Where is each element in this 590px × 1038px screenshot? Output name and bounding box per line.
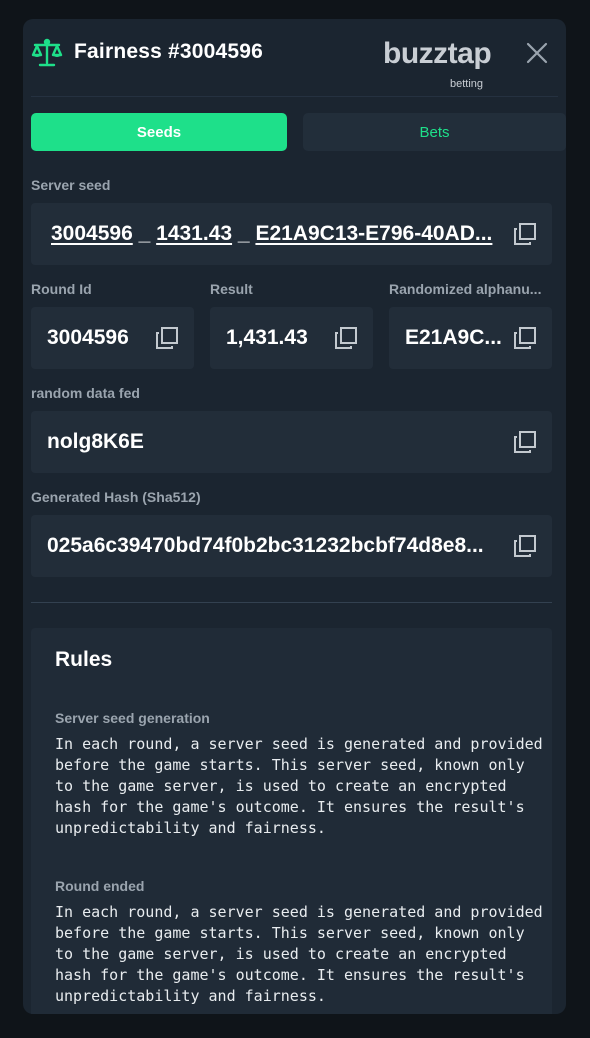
rules-text-server-seed: In each round, a server seed is generate… [55, 735, 552, 837]
copy-icon[interactable] [513, 534, 537, 558]
modal-header: Fairness #3004596 buzztap betting [23, 19, 566, 97]
generated-hash-field: 025a6c39470bd74f0b2bc31232bcbf74d8e8... [31, 515, 552, 577]
copy-icon[interactable] [513, 222, 537, 246]
section-divider [31, 602, 552, 603]
server-seed-separator: _ [138, 222, 151, 245]
logo-wordmark: buzztap [383, 37, 492, 70]
server-seed-field: 3004596 _ 1431.43 _ E21A9C13-E796-40AD..… [31, 203, 552, 265]
rules-panel[interactable]: Rules Server seed generation In each rou… [31, 628, 552, 1014]
header-divider [31, 96, 558, 97]
generated-hash-value: 025a6c39470bd74f0b2bc31232bcbf74d8e8... [47, 534, 484, 557]
rules-heading-round-ended: Round ended [55, 878, 145, 894]
copy-icon[interactable] [513, 430, 537, 454]
server-seed-result[interactable]: 1431.43 [156, 222, 232, 245]
close-icon[interactable] [525, 41, 549, 65]
rules-heading-server-seed: Server seed generation [55, 710, 210, 726]
tab-bets[interactable]: Bets [303, 113, 566, 151]
fairness-modal: Fairness #3004596 buzztap betting Seeds … [23, 19, 566, 1014]
round-id-field: 3004596 [31, 307, 194, 369]
random-data-value: nolg8K6E [47, 430, 144, 453]
randomized-label: Randomized alphanu... [389, 281, 542, 297]
randomized-value: E21A9C... [405, 326, 502, 349]
round-id-value: 3004596 [47, 326, 129, 349]
copy-icon[interactable] [334, 326, 358, 350]
generated-hash-label: Generated Hash (Sha512) [31, 489, 201, 505]
rules-title: Rules [55, 648, 113, 671]
rules-text-round-ended: In each round, a server seed is generate… [55, 903, 552, 1005]
logo-subtext: betting [449, 78, 483, 90]
randomized-field: E21A9C... [389, 307, 552, 369]
modal-title: Fairness #3004596 [74, 40, 264, 63]
result-label: Result [210, 281, 253, 297]
server-seed-uuid[interactable]: E21A9C13-E796-40AD... [255, 222, 492, 245]
copy-icon[interactable] [513, 326, 537, 350]
server-seed-separator: _ [237, 222, 250, 245]
tab-seeds[interactable]: Seeds [31, 113, 287, 151]
random-data-field: nolg8K6E [31, 411, 552, 473]
round-id-label: Round Id [31, 281, 92, 297]
random-data-label: random data fed [31, 385, 140, 401]
scale-icon [31, 38, 63, 67]
copy-icon[interactable] [155, 326, 179, 350]
server-seed-label: Server seed [31, 177, 111, 193]
result-field: 1,431.43 [210, 307, 373, 369]
brand-logo: buzztap betting [383, 37, 495, 90]
server-seed-round[interactable]: 3004596 [51, 222, 133, 245]
tab-bar: Seeds Bets [31, 113, 566, 151]
result-value: 1,431.43 [226, 326, 308, 349]
server-seed-value: 3004596 _ 1431.43 _ E21A9C13-E796-40AD..… [51, 203, 511, 265]
